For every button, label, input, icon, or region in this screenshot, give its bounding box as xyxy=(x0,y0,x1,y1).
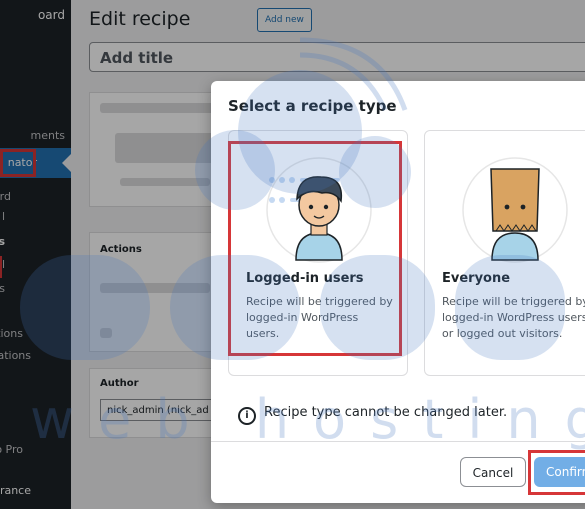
note-text: Recipe type cannot be changed later. xyxy=(264,405,508,420)
card-description: Recipe will be triggered by logged-in Wo… xyxy=(442,295,585,340)
anonymous-bag-head-icon xyxy=(462,157,568,263)
cancel-button[interactable]: Cancel xyxy=(460,457,526,487)
highlight-box xyxy=(228,141,402,356)
recipe-type-note: i Recipe type cannot be changed later. xyxy=(238,405,507,425)
info-icon: i xyxy=(238,407,256,425)
recipe-type-card-everyone[interactable]: Everyone Recipe will be triggered by log… xyxy=(424,130,585,376)
card-title: Everyone xyxy=(442,271,511,286)
modal-divider xyxy=(211,441,585,442)
modal-title: Select a recipe type xyxy=(228,97,397,115)
highlight-box xyxy=(528,450,585,495)
